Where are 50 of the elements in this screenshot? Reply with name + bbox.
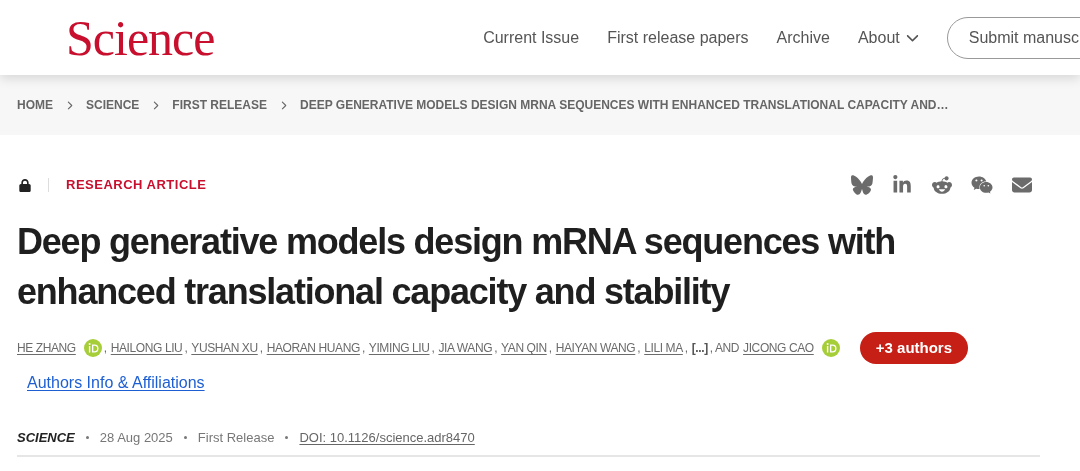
butterfly-icon[interactable] (851, 175, 873, 195)
separator-text: , AND (709, 340, 740, 357)
science-logo[interactable]: Science (66, 12, 215, 63)
separator-text: , (637, 340, 641, 357)
chevron-right-icon (279, 100, 289, 110)
chevron-right-icon (151, 100, 161, 110)
nav-link[interactable]: First release papers (607, 25, 749, 50)
author-link[interactable]: JICONG CAO (743, 339, 814, 357)
chat-bubbles-icon[interactable] (971, 175, 993, 195)
email-icon[interactable] (1011, 175, 1033, 195)
nav-link[interactable]: About (857, 25, 919, 50)
separator-text: , (103, 340, 107, 357)
chevron-right-icon (65, 100, 74, 110)
separator-text: , (494, 340, 498, 357)
affiliations-link[interactable]: Authors Info & Affiliations (27, 371, 205, 395)
journal-name: SCIENCE (17, 429, 75, 447)
dot-separator-icon (85, 436, 89, 440)
article-title: Deep generative models design mRNA sequences with enhanced translational capacity and stability (17, 220, 897, 314)
separator-text: , (259, 340, 263, 357)
author-link[interactable]: LILI MA (644, 339, 683, 357)
author-link[interactable]: JIA WANG (438, 339, 493, 357)
publication-date: 28 Aug 2025 (99, 429, 173, 447)
separator-text: , (548, 340, 552, 357)
author-link[interactable]: HAILONG LIU (110, 339, 183, 357)
separator-text: , (684, 340, 688, 357)
nav-link[interactable]: Archive (776, 25, 830, 50)
dot-separator-icon (183, 436, 187, 440)
author-link[interactable]: YUSHAN XU (191, 339, 258, 357)
breadcrumb-link[interactable]: FIRST RELEASE (172, 96, 268, 114)
separator-text: , (361, 340, 365, 357)
expand-authors-button[interactable]: [...] (691, 339, 708, 357)
release-status: First Release (197, 429, 275, 447)
submit-button[interactable]: Submit manusc (946, 16, 1080, 59)
linkedin-icon[interactable] (891, 175, 913, 195)
reddit-icon[interactable] (931, 175, 953, 195)
dot-separator-icon (285, 436, 289, 440)
separator-text: , (184, 340, 188, 357)
breadcrumb-link[interactable]: SCIENCE (86, 96, 140, 114)
breadcrumb-link[interactable]: DEEP GENERATIVE MODELS DESIGN MRNA SEQUENCES WITH ENHANCED TRANSLATIONAL CAPACITY AND… (300, 96, 949, 114)
author-link[interactable]: YAN QIN (501, 339, 547, 357)
article-type: RESEARCH ARTICLE (66, 176, 207, 195)
author-link[interactable]: HAIYAN WANG (555, 339, 636, 357)
author-link[interactable]: HAORAN HUANG (266, 339, 360, 357)
separator-text: , (431, 340, 435, 357)
doi-link[interactable]: DOI: 10.1126/science.adr8470 (299, 428, 475, 448)
more-authors-button[interactable]: +3 authors (859, 332, 969, 364)
author-link[interactable]: HE ZHANG (17, 339, 76, 357)
nav-link[interactable]: Current Issue (483, 25, 580, 50)
author-link[interactable]: YIMING LIU (368, 339, 430, 357)
breadcrumb-link[interactable]: HOME (17, 96, 53, 114)
